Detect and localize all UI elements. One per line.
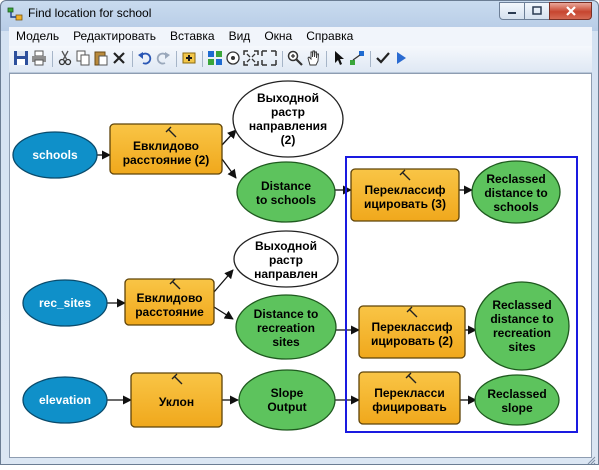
input-label-rec-sites: rec_sites — [38, 296, 92, 310]
undo-icon[interactable] — [137, 50, 153, 66]
close-icon — [565, 6, 576, 16]
pan-icon[interactable] — [305, 50, 321, 66]
model-canvas[interactable]: schools rec_sites elevation Евклидово рас… — [9, 73, 592, 458]
connect-icon[interactable] — [349, 50, 365, 66]
menu-windows[interactable]: Окна — [257, 27, 299, 46]
input-label-schools: schools — [32, 148, 78, 162]
caption-buttons — [499, 2, 592, 21]
close-button[interactable] — [549, 2, 592, 20]
resize-grip-icon — [587, 456, 596, 465]
fit-to-window-icon[interactable] — [243, 50, 259, 66]
input-label-elevation: elevation — [38, 393, 92, 407]
connector — [213, 306, 234, 320]
menu-insert[interactable]: Вставка — [163, 27, 222, 46]
tool-label-slope: Уклон — [158, 395, 195, 409]
full-extent-icon[interactable] — [225, 50, 241, 66]
tool-label-euclid-2: Евклидово расстояние (2) — [122, 139, 210, 167]
menu-bar: Модель Редактировать Вставка Вид Окна Сп… — [9, 27, 592, 46]
paste-icon[interactable] — [93, 50, 109, 66]
minimize-button[interactable] — [499, 2, 525, 20]
auto-layout-icon[interactable] — [207, 50, 223, 66]
window-title: Find location for school — [28, 6, 152, 20]
select-icon[interactable] — [331, 50, 347, 66]
maximize-button[interactable] — [524, 2, 550, 20]
connector — [221, 158, 237, 179]
validate-icon[interactable] — [375, 50, 391, 66]
model-builder-window: Find location for school Модель Редактир… — [0, 0, 599, 465]
menu-model[interactable]: Модель — [9, 27, 66, 46]
output-label-rc-schools: Reclassed distance to schools — [484, 172, 548, 214]
output-label-rc-slope: Reclassed slope — [487, 387, 547, 415]
menu-help[interactable]: Справка — [299, 27, 360, 46]
output-label-rc-rec: Reclassed distance to recreation sites — [490, 298, 554, 354]
minimize-icon — [508, 12, 516, 14]
tool-label-reclass-1: Перекласси фицировать — [372, 386, 447, 414]
output-label-dir-raster-1: Выходной растр направлен — [254, 239, 318, 281]
save-icon[interactable] — [13, 50, 29, 66]
output-label-dir-raster-2: Выходной растр направления (2) — [248, 91, 328, 147]
tool-label-reclass-2: Переклассиф ицировать (2) — [371, 320, 453, 348]
maximize-icon — [532, 6, 542, 15]
model-app-icon — [7, 7, 23, 21]
run-icon[interactable] — [393, 50, 409, 66]
title-bar[interactable]: Find location for school — [1, 1, 598, 27]
zoom-extent-icon[interactable] — [261, 50, 277, 66]
output-label-dist-rec: Distance to recreation sites — [253, 307, 319, 349]
output-label-slope: Slope Output — [267, 386, 307, 414]
copy-icon[interactable] — [75, 50, 91, 66]
zoom-in-icon[interactable] — [287, 50, 303, 66]
redo-icon[interactable] — [155, 50, 171, 66]
delete-icon[interactable] — [111, 50, 127, 66]
add-data-icon[interactable] — [181, 50, 197, 66]
connector — [213, 269, 234, 293]
tool-label-reclass-3: Переклассиф ицировать (3) — [364, 183, 446, 211]
cut-icon[interactable] — [57, 50, 73, 66]
print-icon[interactable] — [31, 50, 47, 66]
tool-label-euclid-1: Евклидово расстояние — [135, 291, 204, 319]
resize-grip[interactable] — [586, 452, 596, 465]
toolbar — [9, 46, 592, 73]
menu-edit[interactable]: Редактировать — [66, 27, 163, 46]
menu-view[interactable]: Вид — [222, 27, 258, 46]
output-label-dist-schools: Distance to schools — [255, 179, 316, 207]
